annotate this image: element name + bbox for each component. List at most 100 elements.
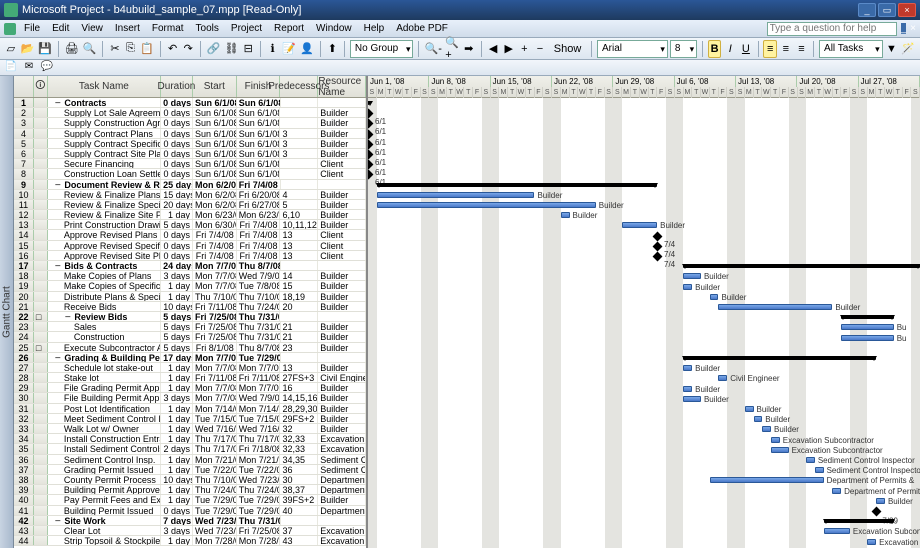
menu-view[interactable]: View xyxy=(75,22,109,35)
cell-start[interactable]: Fri 7/25/08 xyxy=(193,322,237,331)
pdfmail-icon[interactable]: ✉ xyxy=(22,61,36,75)
cell-predecessors[interactable]: 37 xyxy=(280,526,318,535)
cell-start[interactable]: Wed 7/23/08 xyxy=(193,516,237,525)
milestone-marker[interactable]: 7/29 xyxy=(872,507,882,517)
cell-start[interactable]: Thu 7/17/08 xyxy=(193,444,237,453)
cell-resource[interactable]: Builder xyxy=(318,332,366,341)
table-row[interactable]: 23Sales5 daysFri 7/25/08Thu 7/31/0821Bui… xyxy=(14,322,366,332)
cell-duration[interactable]: 2 days xyxy=(161,444,193,453)
cell-start[interactable]: Mon 7/7/08 xyxy=(193,353,237,362)
view-bar[interactable]: Gantt Chart xyxy=(0,76,14,548)
publish-icon[interactable]: ⬆ xyxy=(326,40,340,58)
cell-finish[interactable]: Tue 7/29/08 xyxy=(237,495,281,504)
timeline-header[interactable]: Jun 1, '08Jun 8, '08Jun 15, '08Jun 22, '… xyxy=(368,76,920,98)
cell-finish[interactable]: Wed 7/16/08 xyxy=(237,424,281,433)
task-bar[interactable]: Builder xyxy=(745,406,754,412)
cell-start[interactable]: Thu 7/10/08 xyxy=(193,475,237,484)
cell-resource[interactable]: Excavation Sub xyxy=(318,536,366,545)
cell-duration[interactable]: 0 days xyxy=(161,139,193,148)
indent-icon[interactable]: ▶ xyxy=(502,40,516,58)
cell-predecessors[interactable] xyxy=(280,159,318,168)
outdent-icon[interactable]: ◀ xyxy=(486,40,500,58)
cell-start[interactable]: Tue 7/15/08 xyxy=(193,414,237,423)
cell-resource[interactable] xyxy=(318,98,366,107)
cell-taskname[interactable]: Make Copies of Specifications xyxy=(48,281,161,290)
cell-predecessors[interactable]: 28,29,30 xyxy=(280,404,318,413)
task-bar[interactable]: Excavation Subcont xyxy=(824,528,850,534)
cell-finish[interactable]: Thu 7/31/08 xyxy=(237,332,281,341)
cell-start[interactable]: Sun 6/1/08 xyxy=(193,129,237,138)
expand-icon[interactable]: − xyxy=(54,181,62,189)
cell-duration[interactable]: 1 day xyxy=(161,465,193,474)
zoomin-icon[interactable]: 🔍+ xyxy=(444,40,460,58)
save-icon[interactable]: 💾 xyxy=(37,40,53,58)
cell-taskname[interactable]: − Review Bids xyxy=(48,312,161,321)
cell-duration[interactable]: 0 days xyxy=(161,118,193,127)
cell-finish[interactable]: Mon 7/28/08 xyxy=(237,536,281,545)
cell-predecessors[interactable] xyxy=(281,180,319,189)
minimize-button[interactable]: _ xyxy=(858,3,876,17)
summary-bar[interactable] xyxy=(683,264,920,268)
cell-finish[interactable]: Fri 7/4/08 xyxy=(237,230,281,239)
cell-duration[interactable]: 5 days xyxy=(161,332,193,341)
cell-taskname[interactable]: Review & Finalize Plans xyxy=(48,190,161,199)
cell-predecessors[interactable] xyxy=(281,516,319,525)
cell-resource[interactable]: Excavation Sub xyxy=(318,526,366,535)
cell-duration[interactable]: 10 days xyxy=(161,475,193,484)
cell-taskname[interactable]: File Building Permit Application xyxy=(48,393,161,402)
summary-bar[interactable] xyxy=(368,101,369,105)
cell-resource[interactable] xyxy=(318,261,366,270)
cell-finish[interactable]: Sun 6/1/08 xyxy=(237,108,281,117)
cell-finish[interactable]: Thu 7/10/08 xyxy=(237,292,281,301)
cell-taskname[interactable]: Make Copies of Plans xyxy=(48,271,161,280)
cell-taskname[interactable]: Strip Topsoil & Stockpile xyxy=(48,536,161,545)
cell-start[interactable]: Mon 6/30/08 xyxy=(193,220,237,229)
cell-resource[interactable] xyxy=(318,180,366,189)
cell-duration[interactable]: 0 days xyxy=(161,241,193,250)
cell-resource[interactable]: Builder xyxy=(318,424,366,433)
cell-predecessors[interactable] xyxy=(280,108,318,117)
cell-predecessors[interactable]: 3 xyxy=(280,149,318,158)
cell-start[interactable]: Tue 7/29/08 xyxy=(193,506,237,515)
cell-taskname[interactable]: File Grading Permit Application xyxy=(48,383,161,392)
expand-icon[interactable]: − xyxy=(54,99,62,107)
cell-predecessors[interactable]: 40 xyxy=(280,506,318,515)
grid-body[interactable]: 1− Contracts0 daysSun 6/1/08Sun 6/1/082S… xyxy=(14,98,366,548)
unlink-icon[interactable]: ⛓ xyxy=(223,40,239,58)
cell-start[interactable]: Tue 7/22/08 xyxy=(193,465,237,474)
table-row[interactable]: 9− Document Review & Revision25 daysMon … xyxy=(14,180,366,190)
table-row[interactable]: 44Strip Topsoil & Stockpile1 dayMon 7/28… xyxy=(14,536,366,546)
print-icon[interactable]: 🖨 xyxy=(64,40,80,58)
cell-resource[interactable]: Builder xyxy=(318,343,366,352)
cell-start[interactable]: Fri 7/11/08 xyxy=(193,302,237,311)
cell-taskname[interactable]: Supply Contract Specifications xyxy=(48,139,161,148)
table-row[interactable]: 41Building Permit Issued0 daysTue 7/29/0… xyxy=(14,506,366,516)
assign-icon[interactable]: 👤 xyxy=(299,40,315,58)
cell-finish[interactable]: Fri 7/11/08 xyxy=(237,373,281,382)
alignright-button[interactable]: ≡ xyxy=(795,40,809,58)
col-start[interactable]: Start xyxy=(193,76,237,97)
cell-taskname[interactable]: Construction Loan Settlement xyxy=(48,169,161,178)
task-bar[interactable]: Builder xyxy=(683,365,692,371)
cell-resource[interactable]: Builder xyxy=(318,149,366,158)
zoomout-icon[interactable]: 🔍- xyxy=(424,40,442,58)
cell-taskname[interactable]: Grading Permit Issued xyxy=(48,465,161,474)
cell-resource[interactable]: Builder xyxy=(318,210,366,219)
cell-predecessors[interactable]: 43 xyxy=(280,536,318,545)
milestone-marker[interactable]: 6/1 xyxy=(368,119,373,129)
cell-taskname[interactable]: Install Sediment Controls xyxy=(48,444,161,453)
cell-resource[interactable]: Civil Engineer xyxy=(318,373,366,382)
table-row[interactable]: 36Sediment Control Insp.1 dayMon 7/21/08… xyxy=(14,455,366,465)
cell-resource[interactable]: Builder xyxy=(318,129,366,138)
milestone-marker[interactable]: 6/1 xyxy=(368,170,373,180)
menu-insert[interactable]: Insert xyxy=(109,22,146,35)
cell-start[interactable]: Mon 7/14/08 xyxy=(193,404,237,413)
task-bar[interactable]: Builder xyxy=(718,304,832,310)
table-row[interactable]: 30File Building Permit Application3 days… xyxy=(14,393,366,403)
cell-start[interactable]: Mon 7/7/08 xyxy=(193,383,237,392)
cell-finish[interactable]: Fri 7/18/08 xyxy=(237,444,281,453)
cell-start[interactable]: Fri 7/4/08 xyxy=(193,251,237,260)
open-icon[interactable]: 📂 xyxy=(20,40,36,58)
cell-finish[interactable]: Wed 7/9/08 xyxy=(237,271,281,280)
autofilter-icon[interactable]: ▼ xyxy=(885,40,899,58)
